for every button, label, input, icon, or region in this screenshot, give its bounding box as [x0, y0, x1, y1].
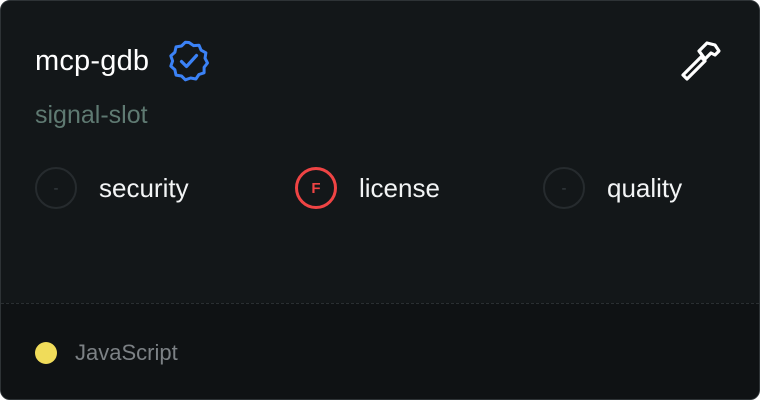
server-card[interactable]: mcp-gdb signal-slot - security F license… — [0, 0, 760, 400]
author-link[interactable]: signal-slot — [35, 97, 148, 133]
language-color-dot — [35, 342, 57, 364]
score-row: - security F license - quality — [35, 164, 735, 212]
security-grade-badge: - — [35, 167, 77, 209]
security-label: security — [99, 173, 189, 203]
license-grade-badge: F — [295, 167, 337, 209]
security-score: - security — [35, 164, 189, 212]
quality-score: - quality — [543, 164, 682, 212]
quality-grade-badge: - — [543, 167, 585, 209]
server-title[interactable]: mcp-gdb — [35, 41, 149, 81]
quality-label: quality — [607, 173, 683, 203]
license-label: license — [359, 173, 440, 203]
hammer-icon — [677, 37, 725, 85]
license-score: F license — [295, 164, 440, 212]
card-header: mcp-gdb — [35, 39, 211, 83]
language-name: JavaScript — [75, 340, 178, 365]
language-indicator: JavaScript — [35, 338, 178, 368]
card-footer: JavaScript — [1, 303, 759, 399]
verified-badge-icon — [167, 39, 211, 83]
